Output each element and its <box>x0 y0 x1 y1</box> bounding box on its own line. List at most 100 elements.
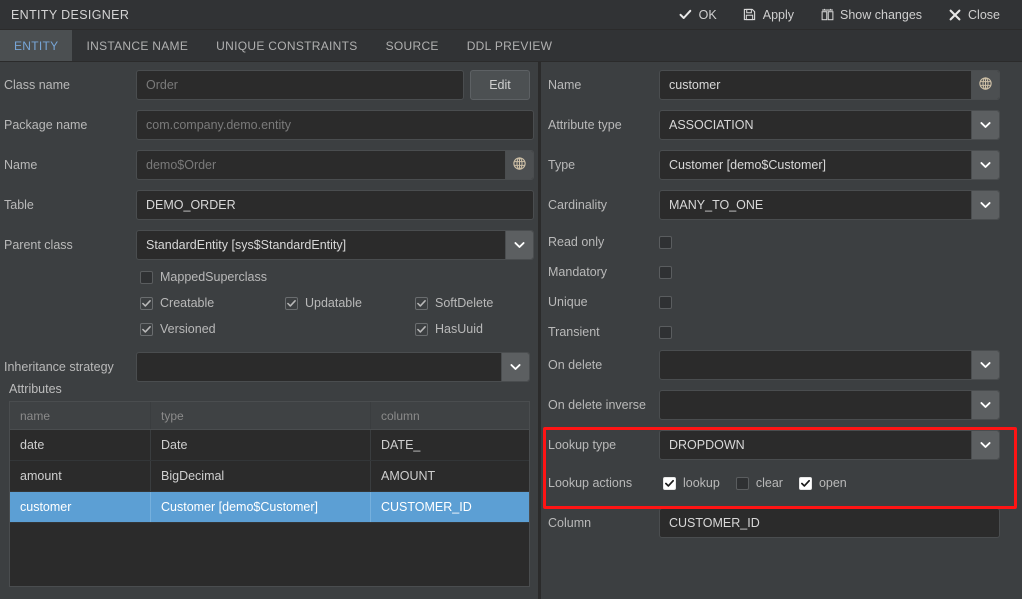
chevron-down-icon[interactable] <box>971 151 999 179</box>
tab-ddl-preview[interactable]: DDL PREVIEW <box>453 30 567 61</box>
title-bar: ENTITY DESIGNER OK Apply <box>0 0 1022 30</box>
type-row: Type Customer [demo$Customer] <box>541 150 1022 180</box>
on-delete-row: On delete <box>541 350 1022 380</box>
apply-label: Apply <box>763 8 794 22</box>
checkbox-hasuuid[interactable]: HasUuid <box>415 322 483 336</box>
checkbox-lookup-action-open[interactable]: open <box>799 476 847 490</box>
tab-entity[interactable]: ENTITY <box>0 30 72 61</box>
column-header-column[interactable]: column <box>371 402 529 429</box>
on-delete-inverse-select[interactable] <box>659 390 1000 420</box>
column-input[interactable]: CUSTOMER_ID <box>659 508 1000 538</box>
package-name-label: Package name <box>0 118 136 132</box>
class-name-input[interactable]: Order <box>136 70 464 100</box>
chevron-down-icon[interactable] <box>971 191 999 219</box>
attribute-type-row: Attribute type ASSOCIATION <box>541 110 1022 140</box>
check-glyph <box>801 479 810 488</box>
cell-column: AMOUNT <box>371 461 529 491</box>
chevron-down-icon[interactable] <box>505 231 533 259</box>
check-glyph <box>142 299 151 308</box>
checkbox-mapped-superclass[interactable]: MappedSuperclass <box>140 270 267 284</box>
attribute-type-select[interactable]: ASSOCIATION <box>659 110 1000 140</box>
checkbox-box <box>285 297 298 310</box>
attr-name-input[interactable]: customer <box>659 70 1000 100</box>
checkbox-transient[interactable] <box>659 326 672 339</box>
type-select[interactable]: Customer [demo$Customer] <box>659 150 1000 180</box>
entity-designer-window: ENTITY DESIGNER OK Apply <box>0 0 1022 599</box>
mandatory-row: Mandatory <box>541 260 1022 284</box>
tab-entity-label: ENTITY <box>14 39 58 53</box>
globe-icon <box>512 156 527 174</box>
table-input[interactable]: DEMO_ORDER <box>136 190 534 220</box>
checkbox-box <box>663 477 676 490</box>
checkbox-box <box>415 297 428 310</box>
tab-source[interactable]: SOURCE <box>372 30 453 61</box>
checkbox-read-only[interactable] <box>659 236 672 249</box>
inheritance-strategy-select[interactable] <box>136 352 530 382</box>
check-glyph <box>417 299 426 308</box>
checkbox-mandatory[interactable] <box>659 266 672 279</box>
attributes-table[interactable]: name type column date Date DATE_ amount … <box>9 401 530 587</box>
checkbox-updatable[interactable]: Updatable <box>285 296 415 310</box>
check-glyph <box>142 325 151 334</box>
lookup-type-select[interactable]: DROPDOWN <box>659 430 1000 460</box>
show-changes-button[interactable]: Show changes <box>810 5 932 25</box>
chevron-down-icon[interactable] <box>971 431 999 459</box>
edit-class-button[interactable]: Edit <box>470 70 530 100</box>
table-row[interactable]: date Date DATE_ <box>10 430 529 461</box>
table-label: Table <box>0 198 136 212</box>
attr-name-label: Name <box>541 78 659 92</box>
apply-button[interactable]: Apply <box>733 5 804 25</box>
checkbox-lookup-label: lookup <box>683 476 720 490</box>
cell-type: Date <box>151 430 371 460</box>
parent-class-select[interactable]: StandardEntity [sys$StandardEntity] <box>136 230 534 260</box>
table-row-selected[interactable]: customer Customer [demo$Customer] CUSTOM… <box>10 492 529 523</box>
checkbox-lookup-action-clear[interactable]: clear <box>736 476 783 490</box>
column-label: Column <box>541 516 659 530</box>
cardinality-select[interactable]: MANY_TO_ONE <box>659 190 1000 220</box>
package-name-input[interactable]: com.company.demo.entity <box>136 110 534 140</box>
checkbox-open-label: open <box>819 476 847 490</box>
chevron-down-icon[interactable] <box>971 391 999 419</box>
checkbox-versioned[interactable]: Versioned <box>140 322 415 336</box>
ok-label: OK <box>699 8 717 22</box>
tab-unique-constraints[interactable]: UNIQUE CONSTRAINTS <box>202 30 371 61</box>
mapped-superclass-checkbox-row: MappedSuperclass <box>140 270 267 287</box>
chevron-down-icon[interactable] <box>971 111 999 139</box>
lookup-actions-row: Lookup actions lookup clear open <box>541 470 1022 496</box>
chevron-down-icon[interactable] <box>501 353 529 381</box>
entity-name-value: demo$Order <box>146 158 216 172</box>
chevron-down-icon[interactable] <box>971 351 999 379</box>
globe-icon <box>978 76 993 94</box>
entity-flags-row-2: Versioned HasUuid <box>140 322 530 336</box>
title-bar-actions: OK Apply <box>663 5 1022 25</box>
tab-bar: ENTITY INSTANCE NAME UNIQUE CONSTRAINTS … <box>0 30 1022 62</box>
entity-name-label: Name <box>0 158 136 172</box>
ok-button[interactable]: OK <box>669 5 727 25</box>
cell-type: Customer [demo$Customer] <box>151 492 371 522</box>
checkbox-creatable-label: Creatable <box>160 296 214 310</box>
on-delete-select[interactable] <box>659 350 1000 380</box>
entity-name-localize-button[interactable] <box>505 151 533 179</box>
checkbox-creatable[interactable]: Creatable <box>140 296 285 310</box>
checkbox-box <box>140 271 153 284</box>
column-header-name[interactable]: name <box>10 402 151 429</box>
entity-name-input[interactable]: demo$Order <box>136 150 534 180</box>
table-row[interactable]: amount BigDecimal AMOUNT <box>10 461 529 492</box>
check-icon <box>679 8 693 22</box>
check-glyph <box>665 479 674 488</box>
check-glyph <box>287 299 296 308</box>
checkbox-box <box>415 323 428 336</box>
attribute-type-label: Attribute type <box>541 118 659 132</box>
checkbox-softdelete[interactable]: SoftDelete <box>415 296 493 310</box>
tab-instance-name[interactable]: INSTANCE NAME <box>72 30 202 61</box>
column-header-type[interactable]: type <box>151 402 371 429</box>
close-button[interactable]: Close <box>938 5 1010 25</box>
checkbox-unique[interactable] <box>659 296 672 309</box>
attr-name-localize-button[interactable] <box>971 71 999 99</box>
checkbox-lookup-action-lookup[interactable]: lookup <box>663 476 720 490</box>
lookup-actions-label: Lookup actions <box>541 476 659 490</box>
entity-name-row: Name demo$Order <box>0 150 538 180</box>
tab-instance-name-label: INSTANCE NAME <box>86 39 188 53</box>
checkbox-box <box>799 477 812 490</box>
read-only-row: Read only <box>541 230 1022 254</box>
